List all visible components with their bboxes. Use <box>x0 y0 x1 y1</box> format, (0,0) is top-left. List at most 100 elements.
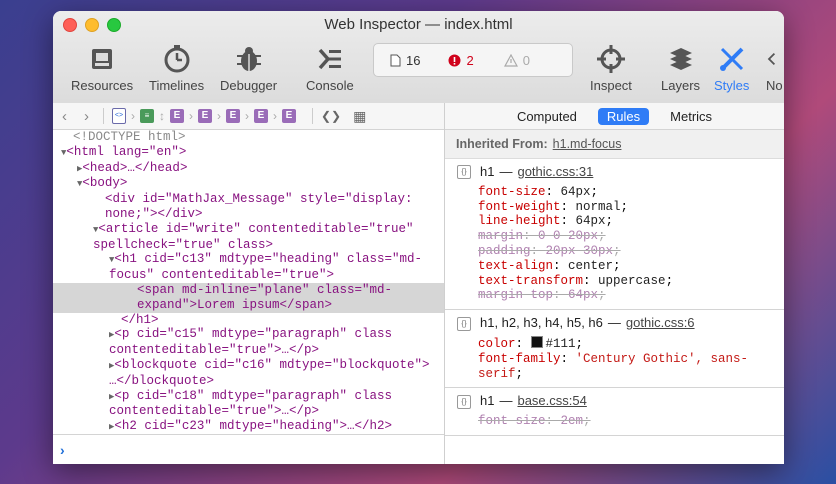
dom-node-text: <p cid="c18" mdtype="paragraph" class <box>114 388 392 403</box>
css-declaration-overridden[interactable]: padding: 20px 30px; <box>445 244 784 259</box>
css-value: serif <box>478 366 516 381</box>
tab-layers[interactable]: Layers <box>661 44 700 93</box>
dom-node-text: <div id="MathJax_Message" style="display… <box>105 192 413 207</box>
dom-node[interactable]: </h1> <box>53 313 444 328</box>
element-crumb-icon[interactable]: E <box>282 109 296 123</box>
rule-source-link[interactable]: gothic.css:31 <box>517 164 593 180</box>
debugger-icon <box>236 47 261 71</box>
tab-timelines[interactable]: Timelines <box>149 44 204 93</box>
inherited-label: Inherited From: <box>456 137 548 151</box>
rule-origin-icon[interactable]: {} <box>457 316 471 331</box>
dom-node[interactable]: ▶<blockquote cid="c16" mdtype="blockquot… <box>53 358 444 374</box>
tab-console[interactable]: Console <box>306 44 354 93</box>
dom-node-text: </h1> <box>121 312 159 327</box>
dom-node-text: <article id="write" contenteditable="tru… <box>98 221 414 236</box>
tab-resources[interactable]: Resources <box>71 44 133 93</box>
element-crumb-icon[interactable]: E <box>254 109 268 123</box>
rule-source-link[interactable]: base.css:54 <box>517 394 586 409</box>
inherited-header: Inherited From: h1.md-focus <box>445 130 784 159</box>
dom-node-text: <html lang="en"> <box>66 144 187 159</box>
css-declaration-overridden[interactable]: margin: 0 0 20px; <box>445 229 784 244</box>
dom-node-text: <h2 cid="c23" mdtype="heading">…</h2> <box>114 419 392 434</box>
css-property: text-align <box>478 258 554 273</box>
rule-source-link[interactable]: gothic.css:6 <box>626 315 695 331</box>
rule-origin-icon[interactable]: {} <box>457 394 471 409</box>
timelines-icon <box>164 45 190 73</box>
dom-node[interactable]: ▼<article id="write" contenteditable="tr… <box>53 222 444 238</box>
rule-header: {} h1, h2, h3, h4, h5, h6 — gothic.css:6 <box>445 315 784 331</box>
dashboard[interactable]: 16 2 0 <box>373 43 573 77</box>
inspect-button[interactable]: Inspect <box>590 44 632 93</box>
dom-node-selected[interactable]: <span md-inline="plane" class="md- <box>53 282 444 298</box>
errors-count-value: 2 <box>466 52 474 68</box>
web-inspector-window: Web Inspector — index.html Resources Tim… <box>53 11 784 464</box>
css-property: margin-top <box>478 288 554 303</box>
css-declaration[interactable]: text-align: center; <box>445 259 784 274</box>
element-crumb-icon[interactable]: E <box>170 109 184 123</box>
tab-overflow[interactable]: No <box>766 44 784 93</box>
dom-node[interactable]: ▼<html lang="en"> <box>53 145 444 161</box>
css-declaration-overridden[interactable]: margin-top: 64px; <box>445 288 784 303</box>
css-declaration[interactable]: text-transform: uppercase; <box>445 274 784 289</box>
resources-count[interactable]: 16 <box>390 53 420 68</box>
tab-debugger[interactable]: Debugger <box>220 44 277 93</box>
dom-node-continuation: none;"></div> <box>53 207 444 222</box>
dom-node-text: …</blockquote> <box>109 373 215 388</box>
tab-timelines-label: Timelines <box>149 78 205 93</box>
dom-node-text: <head>…</head> <box>82 160 188 175</box>
element-crumb-icon[interactable]: E <box>226 109 240 123</box>
dom-node[interactable]: <div id="MathJax_Message" style="display… <box>53 192 444 207</box>
forward-arrow-icon[interactable]: › <box>84 108 89 125</box>
rule-header: {} h1 — base.css:54 <box>445 394 784 409</box>
css-value: 0 0 20px <box>538 229 599 244</box>
toolbar: Web Inspector — index.html Resources Tim… <box>53 11 784 104</box>
css-declaration-overridden[interactable]: font-size: 2em; <box>445 414 784 429</box>
breadcrumb: <> › ≡ ↕ E › E › E › E › E <box>112 108 296 124</box>
warning-icon <box>503 53 518 67</box>
divider <box>103 108 104 124</box>
css-declaration[interactable]: font-family: 'Century Gothic', sans- <box>445 352 784 367</box>
inherited-from-link[interactable]: h1.md-focus <box>553 137 622 151</box>
grid-icon[interactable]: ▦ <box>353 108 366 125</box>
console-prompt[interactable]: › <box>53 434 444 464</box>
dom-node-text: spellcheck="true" class> <box>93 237 274 252</box>
element-crumb-icon[interactable]: E <box>198 109 212 123</box>
warnings-count-value: 0 <box>522 52 530 68</box>
css-declaration[interactable]: font-weight: normal; <box>445 200 784 215</box>
rule-separator: — <box>607 315 621 331</box>
crumb-separator: ↕ <box>159 109 165 123</box>
back-arrow-icon[interactable]: ‹ <box>62 108 67 125</box>
dom-node[interactable]: ▶<p cid="c18" mdtype="paragraph" class <box>53 389 444 405</box>
document-crumb-icon[interactable]: <> <box>112 108 126 124</box>
css-declaration[interactable]: font-size: 64px; <box>445 185 784 200</box>
crumb-separator: › <box>131 109 135 123</box>
tab-styles[interactable]: Styles <box>714 44 749 93</box>
dom-node-continuation: …</blockquote> <box>53 374 444 389</box>
dom-node[interactable]: ▶<p cid="c15" mdtype="paragraph" class <box>53 327 444 343</box>
dom-node-continuation: contenteditable="true">…</p> <box>53 343 444 358</box>
dom-node[interactable]: ▼<h1 cid="c13" mdtype="heading" class="m… <box>53 252 444 268</box>
warnings-count[interactable]: 0 <box>503 52 530 68</box>
tab-computed[interactable]: Computed <box>508 108 586 125</box>
color-swatch[interactable] <box>530 335 543 348</box>
dom-node[interactable]: ▶<head>…</head> <box>53 161 444 177</box>
dom-node[interactable]: ▶<h2 cid="c23" mdtype="heading">…</h2> <box>53 419 444 434</box>
css-declaration[interactable]: line-height: 64px; <box>445 214 784 229</box>
css-property: text-transform <box>478 273 584 288</box>
tab-metrics[interactable]: Metrics <box>661 108 721 125</box>
dom-node[interactable]: ▼<body> <box>53 176 444 192</box>
rule-separator: — <box>499 393 513 409</box>
tab-rules[interactable]: Rules <box>597 107 650 125</box>
resources-count-value: 16 <box>406 52 421 68</box>
tab-console-label: Console <box>306 78 354 93</box>
errors-count[interactable]: 2 <box>448 52 474 68</box>
rule-origin-icon[interactable]: {} <box>457 165 471 180</box>
source-toggle-icon[interactable]: ❮❯ <box>321 109 341 123</box>
css-declaration[interactable]: color: #111; <box>445 335 784 352</box>
frame-crumb-icon[interactable]: ≡ <box>140 109 154 123</box>
divider <box>312 108 313 124</box>
resources-icon <box>92 49 113 69</box>
dom-node[interactable]: <!DOCTYPE html> <box>53 130 444 145</box>
css-value: center <box>568 258 614 273</box>
dom-node-text: <body> <box>82 176 128 191</box>
